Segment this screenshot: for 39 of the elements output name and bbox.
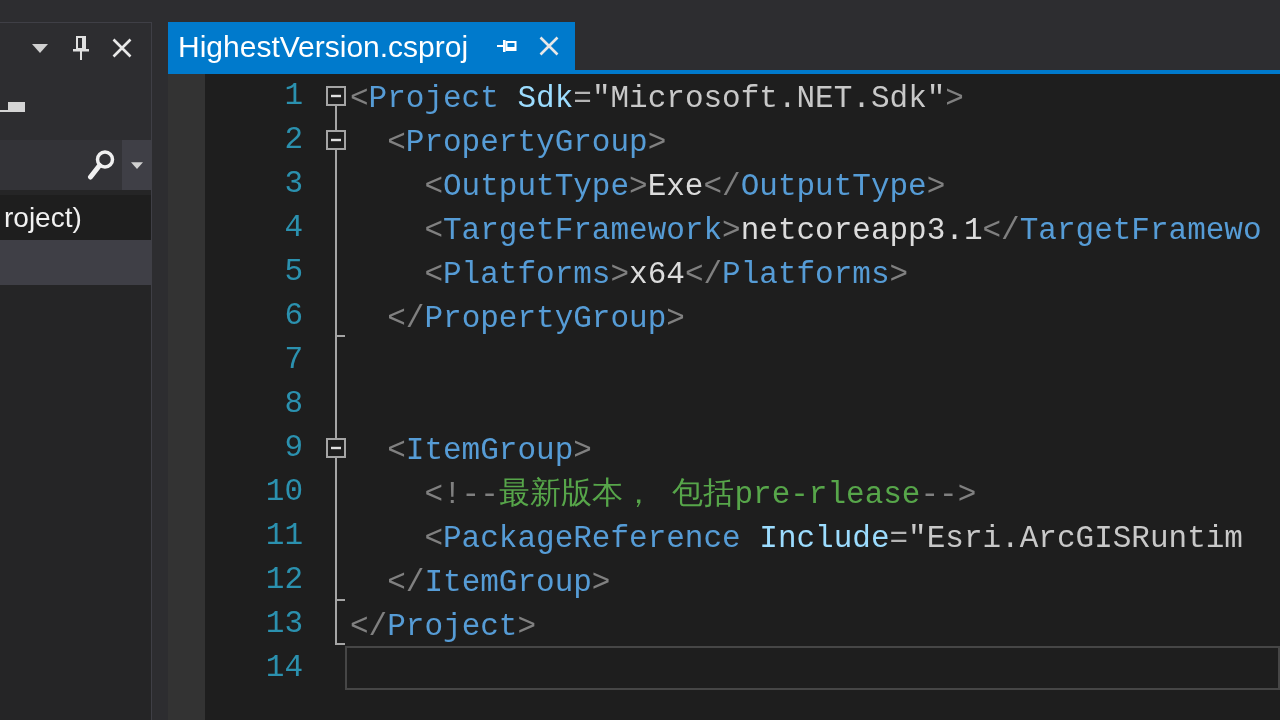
code-line: <PropertyGroup> xyxy=(387,125,667,160)
minus-box-icon[interactable] xyxy=(326,438,346,458)
line-number: 5 xyxy=(283,253,303,291)
line-number: 6 xyxy=(283,297,303,335)
pin-icon[interactable] xyxy=(497,38,517,54)
line-number: 7 xyxy=(283,341,303,379)
tree-item[interactable]: roject) xyxy=(0,195,151,240)
caret-icon[interactable] xyxy=(130,161,143,169)
search-icon xyxy=(87,149,115,181)
code-line: <!--最新版本， 包括pre-rlease--> xyxy=(424,477,977,512)
code-line: </PropertyGroup> xyxy=(387,301,685,336)
line-number: 4 xyxy=(283,209,303,247)
code-line: <Project Sdk="Microsoft.NET.Sdk"> xyxy=(350,81,964,116)
code-line: </ItemGroup> xyxy=(387,565,611,600)
minus-box-icon[interactable] xyxy=(326,130,346,150)
line-number: 8 xyxy=(283,385,303,423)
line-number: 11 xyxy=(264,517,303,555)
code-line: <Platforms>x64</Platforms> xyxy=(424,257,909,292)
code-line: </Project> xyxy=(350,609,537,644)
code-line: <TargetFramework>netcoreapp3.1</TargetFramewo xyxy=(424,213,1262,248)
search-options-button[interactable] xyxy=(122,140,151,190)
line-number: 2 xyxy=(283,121,303,159)
line-number: 3 xyxy=(283,165,303,203)
minus-box-icon[interactable] xyxy=(326,86,346,106)
code-line: <PackageReference Include="Esri.ArcGISRuntim xyxy=(424,521,1243,556)
line-number: 14 xyxy=(264,649,303,687)
line-number: 13 xyxy=(264,605,303,643)
editor-tab[interactable]: HighestVersion.csproj xyxy=(168,22,575,70)
line-number: 12 xyxy=(264,561,303,599)
bars-icon[interactable] xyxy=(0,102,25,112)
caret-icon[interactable] xyxy=(32,43,48,53)
line-number: 1 xyxy=(283,77,303,115)
line-number: 9 xyxy=(283,429,303,467)
code-line: <OutputType>Exe</OutputType> xyxy=(424,169,946,204)
search-field[interactable] xyxy=(0,140,122,190)
code-line: <ItemGroup> xyxy=(387,433,592,468)
close-icon[interactable] xyxy=(112,38,132,58)
line-number: 10 xyxy=(264,473,303,511)
pin-icon[interactable] xyxy=(73,36,89,60)
